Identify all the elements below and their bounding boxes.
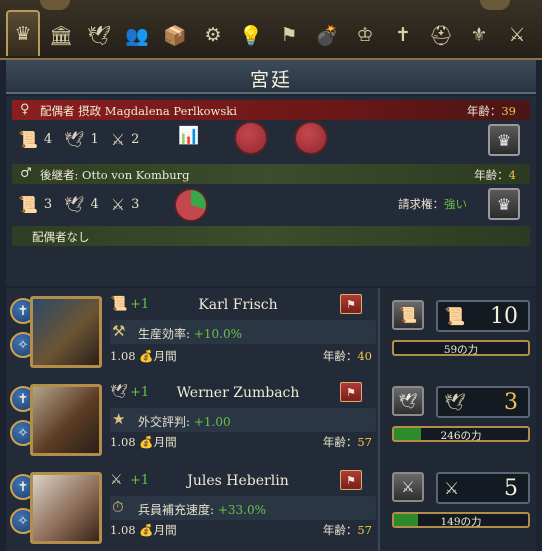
scroll-icon: 📜: [444, 307, 466, 327]
dove-icon: 🕊: [64, 194, 85, 214]
dismiss-advisor-button[interactable]: ⚑: [340, 470, 362, 490]
heir-bar[interactable]: ♂ 後継者: Otto von Komburg 年齢：4: [12, 164, 530, 184]
heir-name: 後継者: Otto von Komburg: [40, 168, 190, 182]
advisor-name: Jules Heberlin: [187, 473, 289, 489]
spouse-bar[interactable]: 配偶者なし: [12, 226, 530, 246]
dove-star-icon: ★: [112, 410, 126, 428]
page-title: 宮廷: [249, 69, 292, 91]
royal-family-panel: ♀ 配偶者 摂政 Magdalena Perlkowski 年齢：39 📜 4 🕊…: [6, 96, 536, 286]
dismiss-advisor-button[interactable]: ⚑: [340, 382, 362, 402]
adm-power-bar: 59の力: [392, 340, 530, 356]
heir-dynasty-pie[interactable]: [174, 188, 208, 222]
crossed-swords-icon: ⚔: [110, 129, 126, 149]
mil-power-bar: 149の力: [392, 512, 530, 528]
reinforcement-clock-icon: ⏱: [112, 498, 124, 516]
advisor-name: Werner Zumbach: [176, 385, 300, 401]
consort-relation-circle[interactable]: [294, 121, 328, 155]
advisor-name-row: 🕊 +1 Werner Zumbach ⚑: [110, 382, 366, 404]
consort-dip: 1: [90, 131, 99, 147]
tab-heraldry-icon[interactable]: ⚜: [462, 16, 496, 54]
advisor-name-row: ⚔ +1 Jules Heberlin ⚑: [110, 470, 366, 492]
scroll-icon: 📜: [18, 129, 38, 149]
tab-estates-crown-icon[interactable]: ♔: [348, 16, 382, 54]
tab-ideas-lightbulb-icon[interactable]: 💡: [234, 16, 268, 54]
advisor-name: Karl Frisch: [198, 297, 278, 313]
crossed-swords-icon: ⚔: [444, 479, 460, 499]
tab-religion-cross-icon[interactable]: ✝: [386, 16, 420, 54]
consort-dynasty-circle[interactable]: [234, 121, 268, 155]
tab-people-icon[interactable]: 👥: [120, 16, 154, 54]
advisor-portrait[interactable]: [30, 472, 102, 544]
consort-name: 配偶者 摂政 Magdalena Perlkowski: [40, 104, 237, 118]
advisor-effect: ⚒ 生産効率: +10.0%: [110, 320, 376, 344]
consort-stats: 📜 4 🕊 1 ⚔ 2: [18, 127, 151, 151]
title-bar: 宮廷: [6, 60, 536, 94]
monarch-power-panel: 📜 📜 10 59の力 🕊 🕊 3 246の力 ⚔ ⚔ 5 149の力: [378, 288, 536, 551]
heir-crown-button[interactable]: ♛: [488, 188, 520, 220]
dip-power-bar: 246の力: [392, 426, 530, 442]
tab-army-helmet-icon[interactable]: ⛑: [424, 16, 458, 54]
female-symbol-icon: ♀: [20, 102, 30, 117]
advisor-effect: ⏱ 兵員補充速度: +33.0%: [110, 496, 376, 520]
tab-production-gears-icon[interactable]: ⚙: [196, 16, 230, 54]
male-symbol-icon: ♂: [20, 166, 32, 181]
tab-military-cannon-icon[interactable]: 💣: [310, 16, 344, 54]
mil-power-value: ⚔ 5: [436, 472, 530, 504]
tab-government-icon[interactable]: 🏛: [44, 16, 78, 54]
tab-court-crown-icon[interactable]: ♛: [6, 10, 40, 56]
dip-power-value: 🕊 3: [436, 386, 530, 418]
consort-crown-button[interactable]: ♛: [488, 124, 520, 156]
dove-icon: 🕊: [444, 393, 466, 413]
heir-adm: 3: [43, 196, 53, 212]
adm-hire-button[interactable]: 📜: [392, 300, 424, 330]
dip-hire-button[interactable]: 🕊: [392, 386, 424, 416]
consort-age: 年齢：39: [466, 104, 516, 118]
heir-dip: 4: [90, 196, 99, 212]
category-tab-bar: ♛ 🏛 🕊 👥 📦 ⚙ 💡 ⚑ 💣 ♔ ✝ ⛑ ⚜ ⚔: [0, 0, 542, 60]
production-icon: ⚒: [112, 322, 126, 340]
adm-power-value: 📜 10: [436, 300, 530, 332]
tab-war-crossed-swords-icon[interactable]: ⚔: [500, 16, 534, 54]
advisor-portrait[interactable]: [30, 296, 102, 368]
regency-icon: 📊: [178, 126, 200, 146]
no-spouse-label: 配偶者なし: [32, 230, 90, 244]
claim-strength: 請求権：強い: [398, 197, 467, 211]
advisor-portrait[interactable]: [30, 384, 102, 456]
scroll-icon: 📜: [18, 194, 38, 214]
ornament: [40, 0, 70, 10]
tab-missions-flag-icon[interactable]: ⚑: [272, 16, 306, 54]
advisors-panel: ✝ ✧ 📜 +1 Karl Frisch ⚑ ⚒ 生産効率: +10.0% 1.…: [6, 288, 378, 551]
mil-hire-button[interactable]: ⚔: [392, 472, 424, 502]
consort-mil: 2: [131, 131, 140, 147]
heir-mil: 3: [131, 196, 140, 212]
heir-stats: 📜 3 🕊 4 ⚔ 3: [18, 192, 151, 216]
tab-trade-crate-icon[interactable]: 📦: [158, 16, 192, 54]
dismiss-advisor-button[interactable]: ⚑: [340, 294, 362, 314]
crossed-swords-icon: ⚔: [110, 194, 126, 214]
advisor-effect: ★ 外交評判: +1.00: [110, 408, 376, 432]
advisor-name-row: 📜 +1 Karl Frisch ⚑: [110, 294, 366, 316]
dove-icon: 🕊: [64, 129, 85, 149]
tab-diplomacy-dove-icon[interactable]: 🕊: [82, 16, 116, 54]
consort-adm: 4: [43, 131, 53, 147]
consort-bar[interactable]: ♀ 配偶者 摂政 Magdalena Perlkowski 年齢：39: [12, 100, 530, 120]
ornament: [480, 0, 510, 10]
heir-age: 年齢：4: [474, 168, 516, 182]
